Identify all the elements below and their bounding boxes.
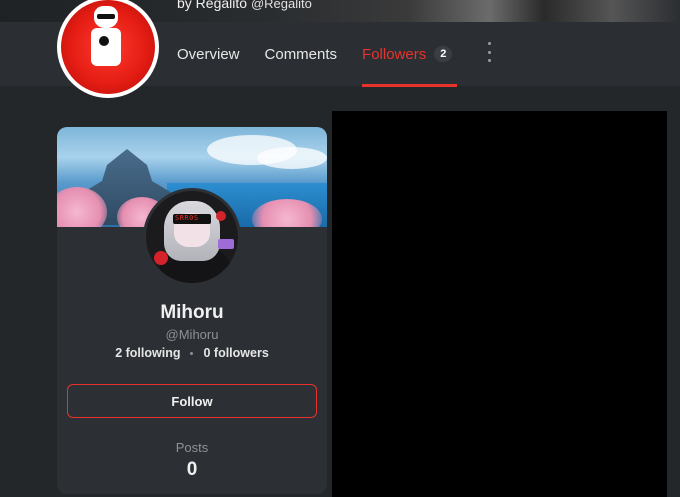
tab-overview-label: Overview [177,45,240,63]
kebab-vertical-icon[interactable] [484,42,494,62]
followers-count[interactable]: 0 followers [203,346,268,360]
profile-avatar[interactable] [57,0,159,98]
follower-stats: 2 following 0 followers [57,346,327,360]
author-name: by Regalito [177,0,248,11]
tab-followers-label: Followers [362,45,427,63]
following-count[interactable]: 2 following [115,346,180,360]
profile-nav-bar: Overview Comments Followers 2 [0,0,680,98]
tab-comments[interactable]: Comments [265,22,338,86]
tab-followers[interactable]: Followers 2 [362,22,458,87]
author-byline: by Regalito @Regalito [177,0,312,11]
separator-dot [190,351,194,355]
posts-count: 0 [186,459,198,480]
author-handle[interactable]: @Regalito [251,0,312,11]
follower-card: SRR0S Mihoru @Mihoru 2 following 0 follo… [57,127,327,494]
profile-avatar-image [61,0,155,94]
follower-avatar[interactable]: SRR0S [143,188,241,286]
profile-tabs: Overview Comments Followers 2 [177,22,477,87]
follower-handle: @Mihoru [165,327,219,342]
tab-comments-label: Comments [264,45,338,63]
tab-overview[interactable]: Overview [177,22,240,86]
followers-count-badge: 2 [434,46,453,62]
follow-button[interactable]: Follow [67,384,317,418]
empty-content-panel [332,111,667,497]
follower-name[interactable]: Mihoru [57,302,327,324]
posts-label: Posts [175,440,209,455]
